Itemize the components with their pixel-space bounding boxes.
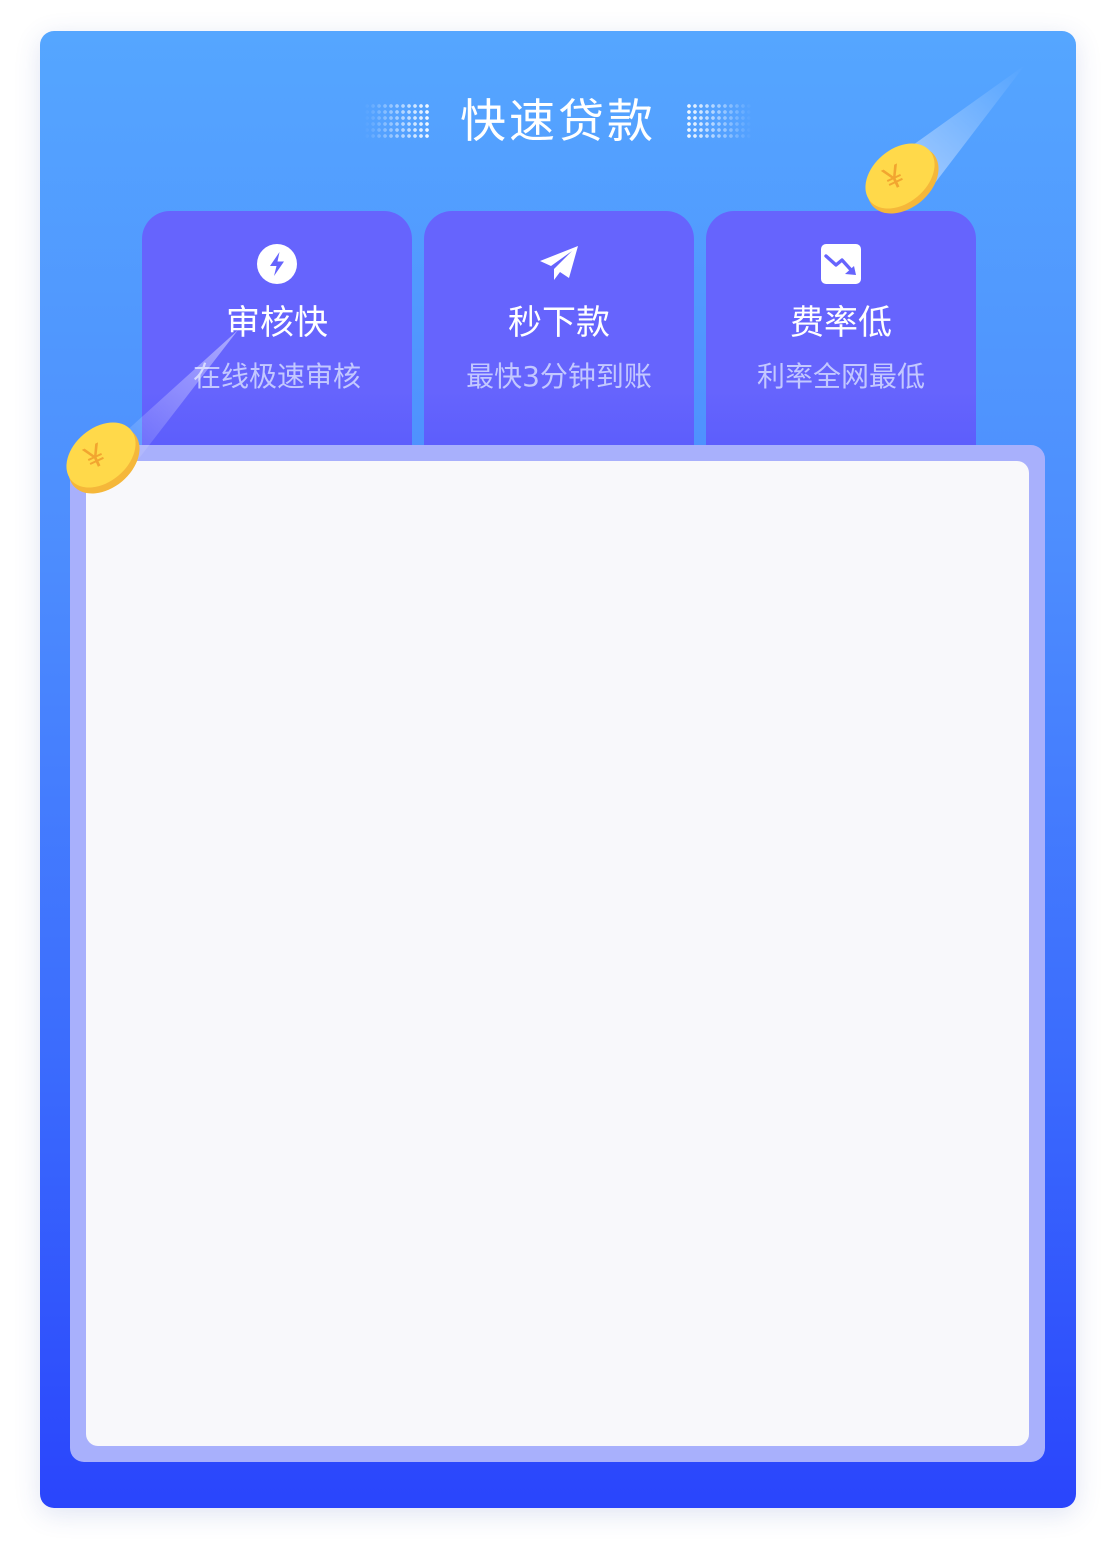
title-row: 快速贷款 — [40, 83, 1076, 159]
feature-list: 审核快 在线极速审核 秒下款 最快3分钟到账 费率低 利率全网最低 — [142, 211, 976, 461]
page-title: 快速贷款 — [460, 94, 656, 148]
feature-card-fast-payout: 秒下款 最快3分钟到账 — [424, 211, 694, 461]
feature-name: 审核快 — [226, 303, 328, 343]
dot-pattern-right — [686, 103, 752, 139]
paper-plane-icon — [540, 246, 578, 280]
feature-card-fast-review: 审核快 在线极速审核 — [142, 211, 412, 461]
trend-down-icon — [821, 244, 861, 284]
content-panel — [86, 461, 1029, 1446]
lightning-icon — [257, 244, 297, 284]
feature-desc: 最快3分钟到账 — [466, 360, 652, 393]
feature-name: 费率低 — [790, 303, 892, 343]
feature-desc: 利率全网最低 — [756, 360, 925, 393]
dot-pattern-left — [364, 103, 430, 139]
loan-card: 快速贷款 审核快 在线极速审核 秒下款 最快3分钟到账 费率低 利率全网最低 — [40, 31, 1076, 1508]
feature-name: 秒下款 — [508, 303, 610, 343]
content-panel-frame — [70, 445, 1045, 1462]
feature-desc: 在线极速审核 — [192, 360, 361, 393]
feature-card-low-rate: 费率低 利率全网最低 — [706, 211, 976, 461]
